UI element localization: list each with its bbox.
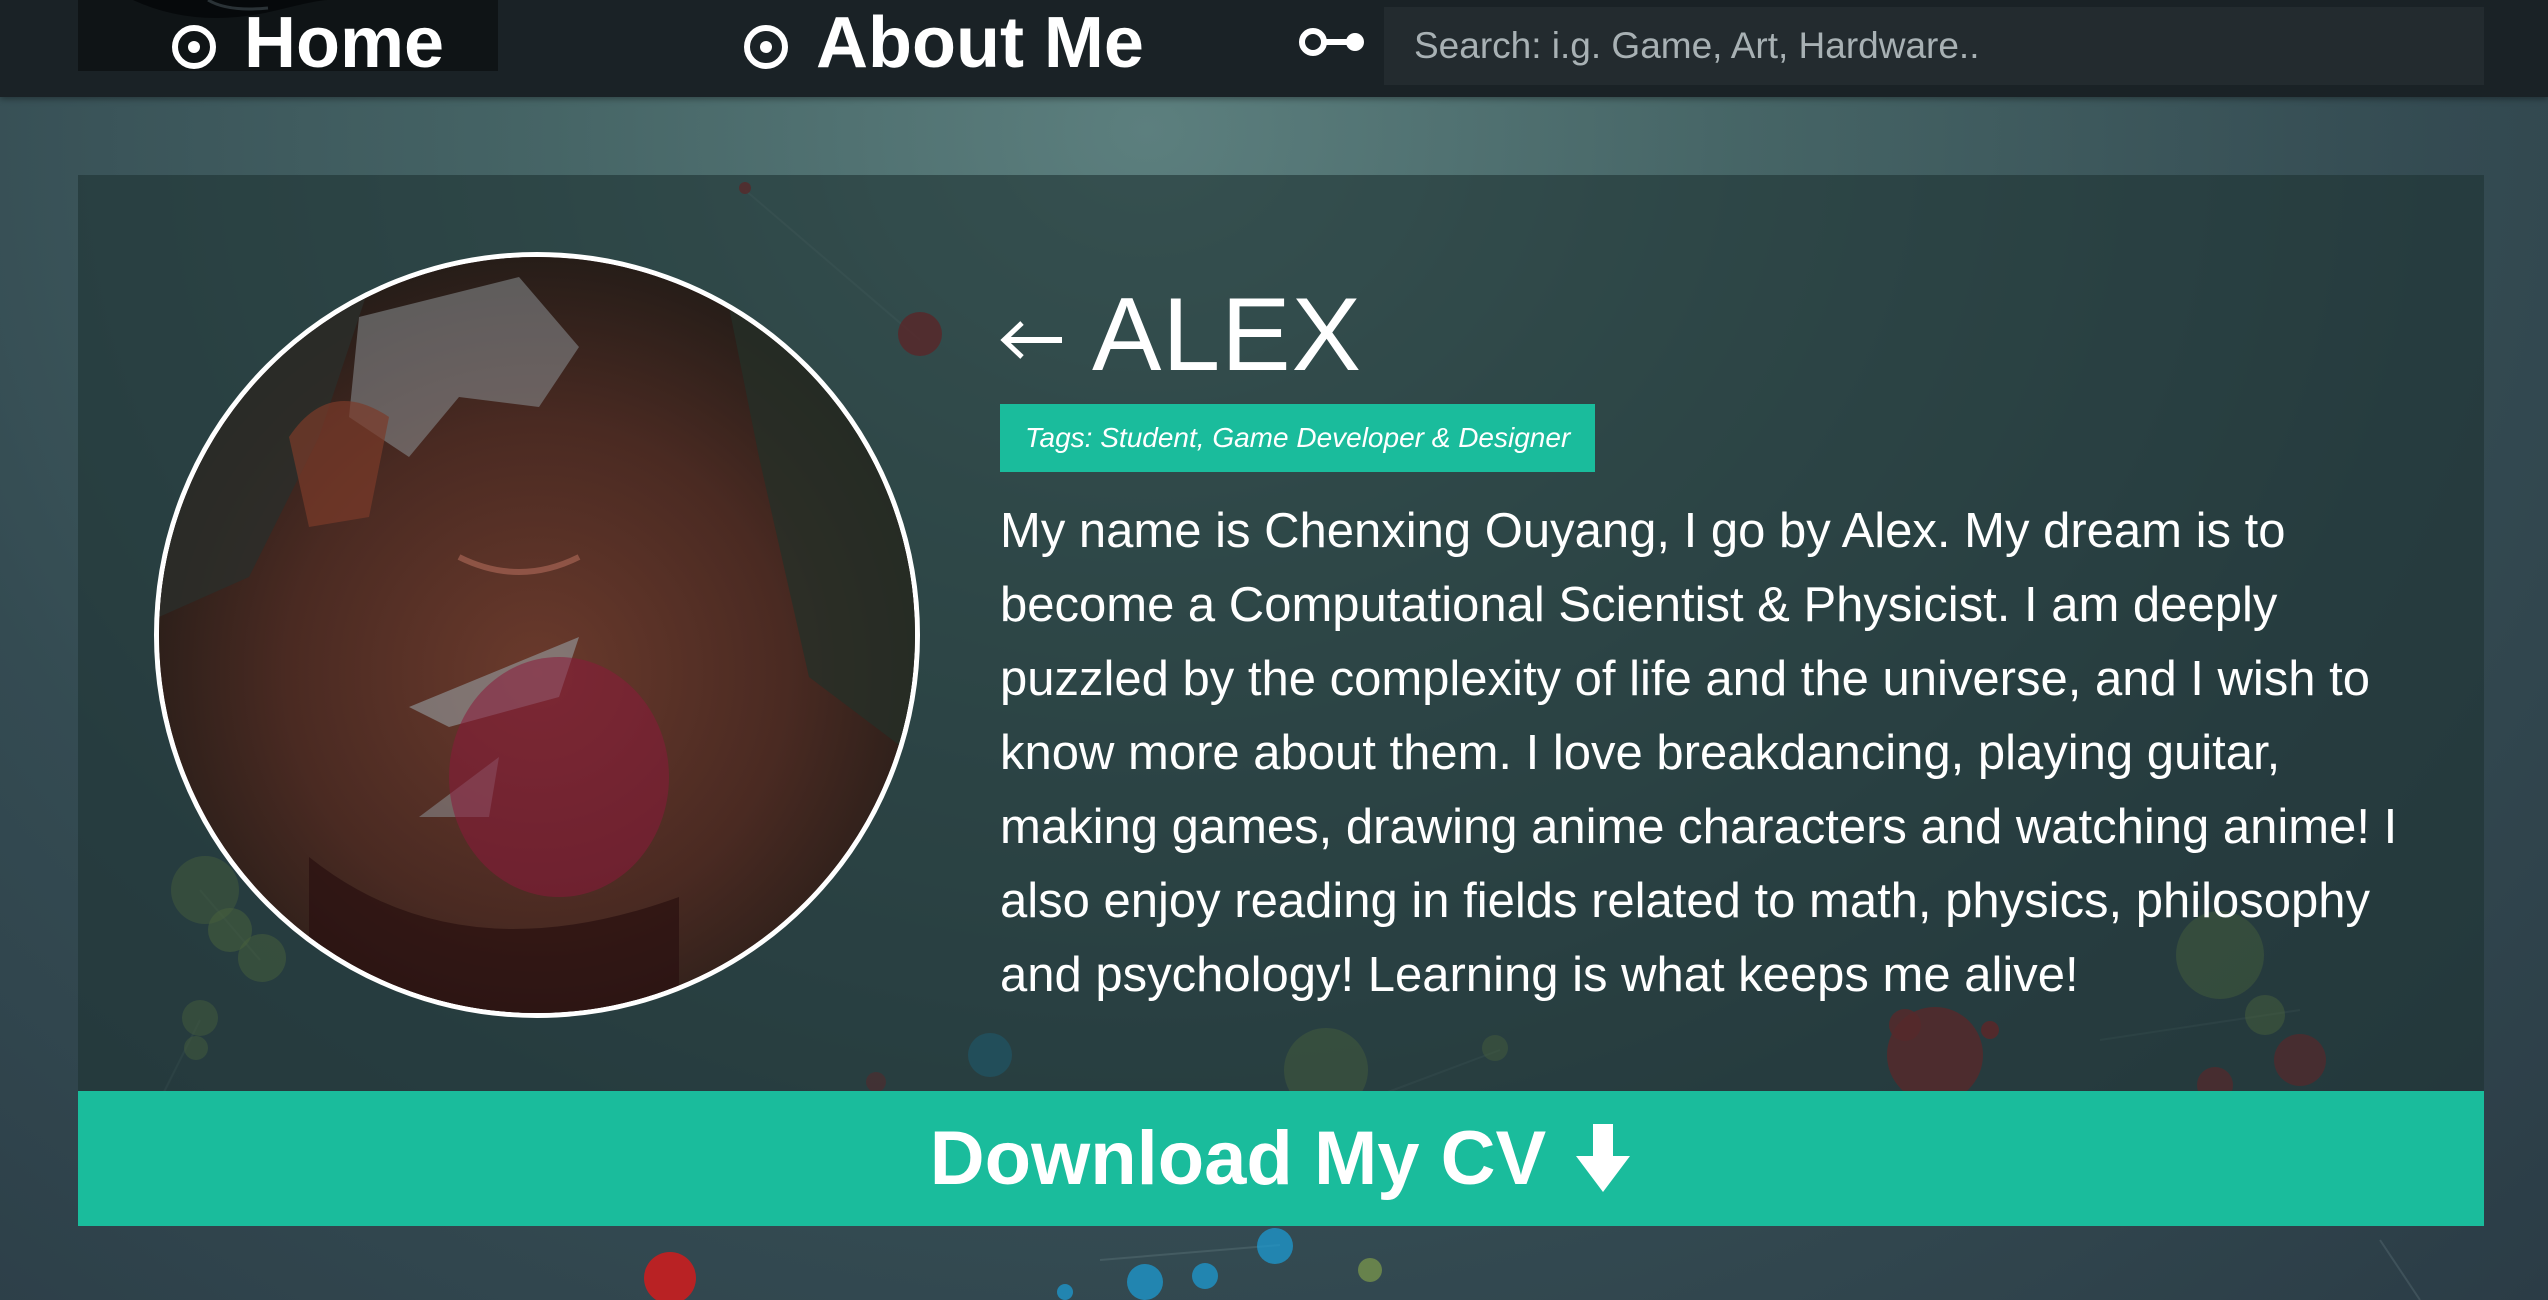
top-navbar: Home About Me bbox=[0, 0, 2548, 97]
nav-home-label: Home bbox=[244, 3, 445, 83]
nav-home-link[interactable]: Home bbox=[172, 0, 444, 88]
profile-tags-badge: Tags: Student, Game Developer & Designer bbox=[1000, 404, 1596, 472]
download-cv-button[interactable]: Download My CV bbox=[78, 1091, 2484, 1226]
profile-name: ALEX bbox=[1092, 276, 1362, 393]
down-arrow-icon bbox=[1576, 1123, 1631, 1192]
circle-dot-icon bbox=[744, 25, 788, 69]
search-input[interactable] bbox=[1384, 7, 2484, 85]
nav-about-link[interactable]: About Me bbox=[744, 0, 1144, 88]
back-arrow-icon[interactable] bbox=[1000, 317, 1062, 363]
circle-dot-icon bbox=[172, 25, 216, 69]
key-icon bbox=[1299, 28, 1364, 56]
profile-bio: My name is Chenxing Ouyang, I go by Alex… bbox=[1000, 504, 2398, 1002]
profile-name-row: ALEX bbox=[1000, 270, 1362, 400]
profile-avatar bbox=[154, 252, 920, 1018]
nav-about-label: About Me bbox=[816, 3, 1144, 83]
download-cv-label: Download My CV bbox=[929, 1116, 1547, 1201]
